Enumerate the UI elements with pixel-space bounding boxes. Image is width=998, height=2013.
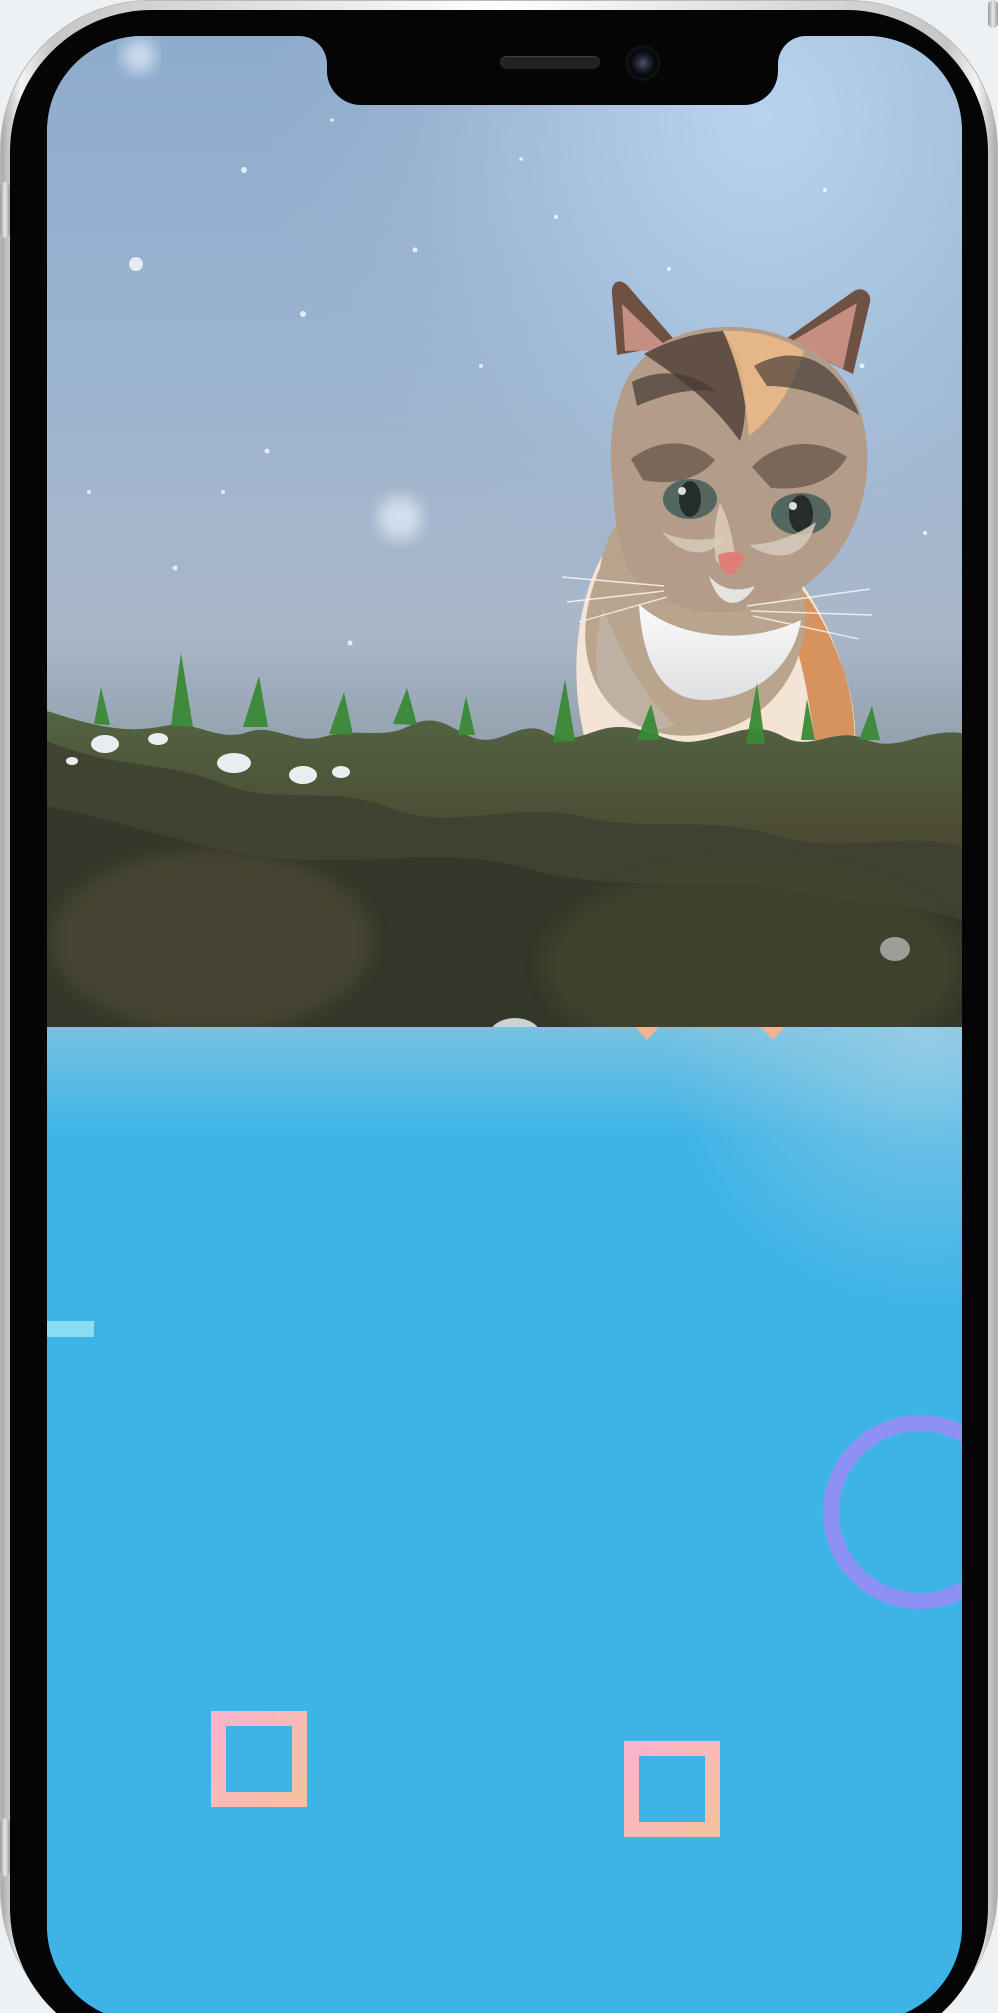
- volume-button: [0, 182, 10, 238]
- chevron-marker-right: [761, 1027, 785, 1040]
- phone-screen: [47, 36, 962, 2013]
- speaker-grille-icon: [500, 56, 600, 69]
- chevron-marker-left: [635, 1027, 659, 1040]
- phone-preview-stage: [0, 0, 998, 2013]
- camera-icon: [629, 49, 657, 77]
- cat-image-illustration: [47, 36, 962, 1027]
- blue-content-area: [47, 1027, 962, 2013]
- gradient-square-shape-right: [624, 1741, 720, 1837]
- cat-photo: [47, 36, 962, 1027]
- power-button: [988, 0, 998, 28]
- violet-ring-shape: [823, 1415, 962, 1609]
- gradient-square-shape-left: [211, 1711, 307, 1807]
- phone-notch: [327, 36, 778, 105]
- side-button: [0, 1818, 10, 1876]
- light-dash-shape: [47, 1321, 94, 1337]
